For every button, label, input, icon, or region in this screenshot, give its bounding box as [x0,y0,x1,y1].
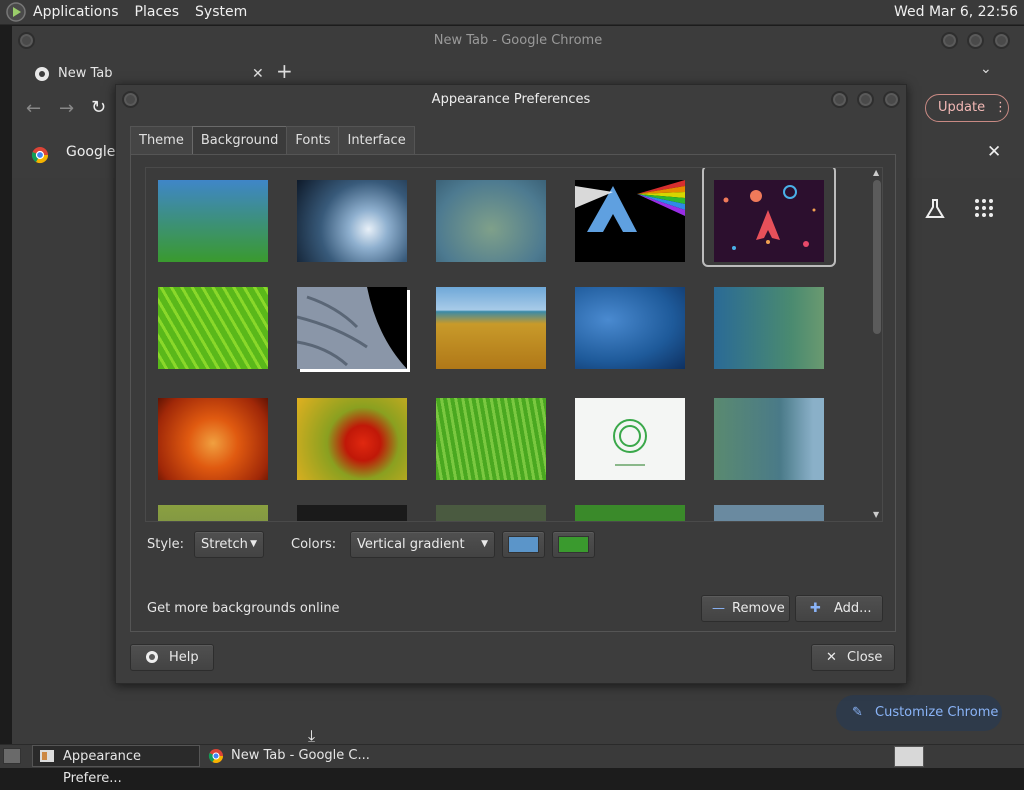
wallpaper-partial-5[interactable] [714,505,824,521]
primary-color-button[interactable] [502,531,545,558]
plus-icon: ✚ [810,601,821,616]
secondary-color-button[interactable] [552,531,595,558]
taskbar-label-chrome: New Tab - Google C... [231,748,370,763]
help-label: Help [169,650,199,665]
customize-label: Customize Chrome [875,705,999,720]
appearance-preferences-dialog: Appearance Preferences Theme Background … [115,84,907,684]
taskbar-item-chrome[interactable]: New Tab - Google C... [202,745,372,767]
dialog-close-window-button[interactable] [883,91,900,108]
remove-button[interactable]: — Remove [701,595,790,622]
secondary-color-swatch [558,536,589,553]
bottom-taskbar: Appearance Prefere... New Tab - Google C… [0,744,1024,786]
close-infobar-icon[interactable]: ✕ [987,142,1001,162]
minimize-button[interactable] [941,32,958,49]
dropdown-arrow-icon: ▼ [481,539,488,549]
scroll-up-icon[interactable]: ▲ [873,168,879,177]
more-menu-icon: ⋮ [994,100,1007,115]
wallpaper-green-leaf[interactable] [158,287,268,369]
add-label: Add... [834,601,872,616]
selected-wallpaper-highlight [702,168,836,267]
primary-color-swatch [508,536,539,553]
wallpaper-red-flower[interactable] [297,398,407,480]
tab-title: New Tab [58,66,113,81]
appearance-icon [39,748,55,764]
close-window-button[interactable] [993,32,1010,49]
tab-background[interactable]: Background [191,126,288,155]
update-button[interactable]: Update ⋮ [925,94,1009,122]
labs-flask-icon[interactable] [924,198,946,220]
minus-icon: — [712,601,725,616]
taskbar-item-appearance[interactable]: Appearance Prefere... [32,745,200,786]
wallpaper-partial-3[interactable] [436,505,546,521]
dialog-title: Appearance Preferences [431,92,591,107]
wallpaper-partial-1[interactable] [158,505,268,521]
background-panel: ▲ ▼ Style: Stretch ▼ Colors: Vertical gr… [130,154,896,632]
scrollbar-thumb[interactable] [873,180,881,334]
wallpaper-blue-wave[interactable] [714,398,824,480]
wallpaper-planet-surface[interactable] [297,287,407,369]
help-button[interactable]: Help [130,644,214,671]
tab-fonts[interactable]: Fonts [286,126,340,154]
update-label: Update [938,100,986,115]
bookmark-google[interactable]: Google [66,144,115,160]
wallpaper-blue-drops[interactable] [575,287,685,369]
google-apps-icon[interactable] [974,198,994,218]
colors-label: Colors: [291,537,337,552]
wallpaper-white-logo[interactable] [575,398,685,480]
scroll-down-icon[interactable]: ▼ [873,510,879,519]
wallpaper-blue-green-gradient[interactable] [158,180,268,262]
wallpaper-blurred-green[interactable] [436,180,546,262]
download-cursor-icon: ⤓ [308,726,316,745]
chrome-window-title: New Tab - Google Chrome [12,26,1024,56]
google-chrome-logo-icon [31,146,49,164]
close-button[interactable]: ✕ Close [811,644,895,671]
style-dropdown[interactable]: Stretch ▼ [194,531,264,558]
dropdown-arrow-icon: ▼ [250,539,257,549]
wallpaper-partial-4[interactable] [575,505,685,521]
dialog-tabs: Theme Background Fonts Interface [130,126,415,155]
menu-system[interactable]: System [195,4,247,20]
wallpaper-partial-2[interactable] [297,505,407,521]
colors-value: Vertical gradient [357,537,465,552]
window-menu-button[interactable] [18,32,35,49]
remove-label: Remove [732,601,785,616]
colors-dropdown[interactable]: Vertical gradient ▼ [350,531,495,558]
gnome-foot-icon[interactable] [5,1,27,23]
forward-icon[interactable]: → [59,98,74,119]
wallpaper-arch-rainbow[interactable] [575,180,685,262]
customize-chrome-button[interactable]: ✎ Customize Chrome [836,695,1002,731]
reload-icon[interactable]: ↻ [91,97,106,118]
gallery-scrollbar[interactable]: ▲ ▼ [871,168,882,521]
wallpaper-water-drop[interactable] [297,180,407,262]
tab-theme[interactable]: Theme [130,126,193,154]
pencil-icon: ✎ [852,705,863,720]
menu-applications[interactable]: Applications [33,4,119,20]
new-tab-icon[interactable]: + [276,59,293,83]
show-desktop-icon[interactable] [3,748,21,764]
dialog-minimize-button[interactable] [831,91,848,108]
menu-places[interactable]: Places [135,4,180,20]
maximize-button[interactable] [967,32,984,49]
wallpaper-gallery[interactable]: ▲ ▼ [145,167,883,522]
top-panel: Applications Places System Wed Mar 6, 22… [0,0,1024,25]
chrome-icon [34,66,50,82]
chrome-taskbar-icon [208,748,224,764]
wallpaper-orange-flower[interactable] [158,398,268,480]
get-more-backgrounds-link[interactable]: Get more backgrounds online [147,601,340,616]
close-x-icon: ✕ [826,650,837,665]
wallpaper-green-grass[interactable] [436,398,546,480]
tab-search-icon[interactable]: ⌄ [980,61,992,77]
clock[interactable]: Wed Mar 6, 22:56 [894,4,1018,20]
style-label: Style: [147,537,185,552]
close-label: Close [847,650,883,665]
add-button[interactable]: ✚ Add... [795,595,883,622]
back-icon[interactable]: ← [26,98,41,119]
dialog-maximize-button[interactable] [857,91,874,108]
help-lifebuoy-icon [145,650,159,664]
tab-interface[interactable]: Interface [338,126,415,154]
style-value: Stretch [201,537,248,552]
wallpaper-wheat-field[interactable] [436,287,546,369]
workspace-switcher[interactable] [894,746,924,767]
wallpaper-teal-gradient-dots[interactable] [714,287,824,369]
